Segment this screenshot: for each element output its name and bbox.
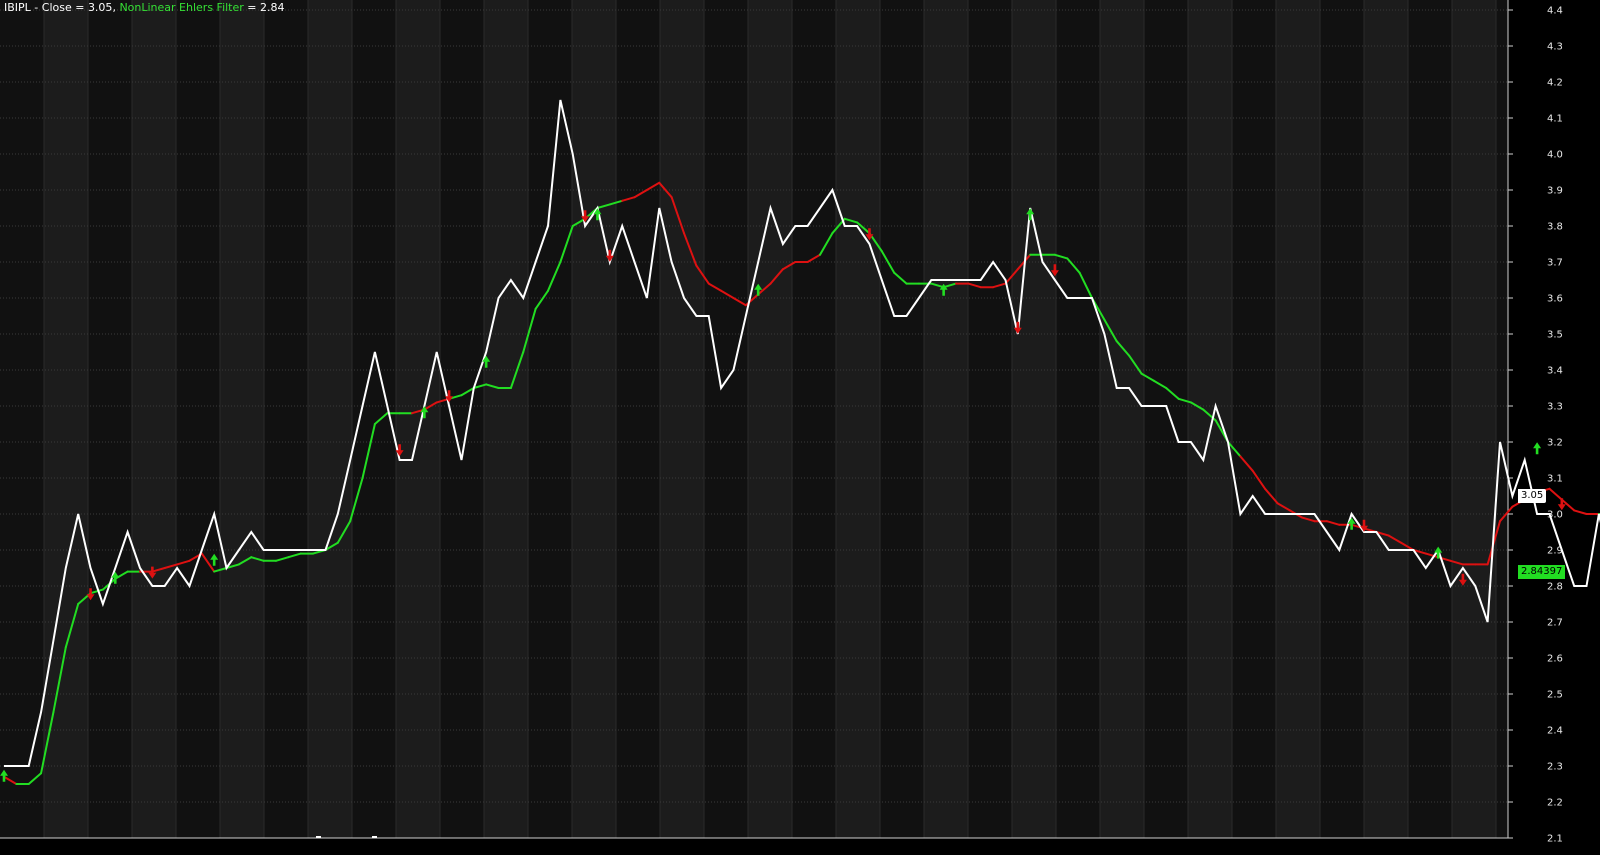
- chart-header: IBIPL - Close = 3.05, NonLinear Ehlers F…: [4, 1, 285, 14]
- filter-line-segment: [1573, 509, 1588, 515]
- y-tick-label: 2.2: [1547, 798, 1563, 809]
- y-tick-label: 3.3: [1547, 402, 1563, 413]
- background-band: [792, 0, 836, 838]
- background-band: [44, 0, 88, 838]
- y-tick-label: 2.7: [1547, 618, 1563, 629]
- filter-line-segment: [1548, 487, 1563, 501]
- y-tick-label: 3.7: [1547, 258, 1563, 269]
- background-band: [924, 0, 968, 838]
- background-band: [264, 0, 308, 838]
- background-band: [1452, 0, 1496, 838]
- background-band: [704, 0, 748, 838]
- background-band: [1188, 0, 1232, 838]
- y-tick-label: 2.5: [1547, 690, 1563, 701]
- last-filter-tag: 2.84397: [1518, 564, 1566, 579]
- y-tick-label: 3.6: [1547, 294, 1563, 305]
- y-tick-label: 3.8: [1547, 222, 1563, 233]
- y-tick-label: 4.2: [1547, 78, 1563, 89]
- background-band: [88, 0, 132, 838]
- x-axis-marker: [316, 836, 321, 838]
- close-label: - Close =: [30, 1, 88, 14]
- symbol-label: IBIPL: [4, 1, 31, 14]
- background-band: [748, 0, 792, 838]
- background-band: [572, 0, 616, 838]
- background-band: [1364, 0, 1408, 838]
- background-band: [1056, 0, 1100, 838]
- background-band: [880, 0, 924, 838]
- background-band: [220, 0, 264, 838]
- background-band: [308, 0, 352, 838]
- chart-root[interactable]: 2.1 2.2 2.3 2.4 2.5 2.6 2.7 2.8 2.9 3.0 3.1 3.2 3.3 3…: [0, 0, 1600, 855]
- background-band: [1408, 0, 1452, 838]
- background-band: [968, 0, 1012, 838]
- x-axis-marker: [372, 836, 377, 838]
- y-tick-label: 4.0: [1547, 150, 1563, 161]
- background-band: [0, 0, 44, 838]
- buy-arrow-icon: [1533, 442, 1542, 455]
- background-band: [440, 0, 484, 838]
- y-tick-label: 2.6: [1547, 654, 1563, 665]
- y-tick-label: 3.1: [1547, 474, 1563, 485]
- background-band: [176, 0, 220, 838]
- filter-value: 2.84: [260, 1, 285, 14]
- y-tick-label: 4.4: [1547, 6, 1563, 17]
- background-band: [1496, 0, 1508, 838]
- background-band: [1232, 0, 1276, 838]
- y-tick-label: 3.2: [1547, 438, 1563, 449]
- y-tick-label: 3.9: [1547, 186, 1563, 197]
- y-tick-label: 3.5: [1547, 330, 1563, 341]
- background-band: [660, 0, 704, 838]
- y-tick-label: 2.4: [1547, 726, 1563, 737]
- filter-label: NonLinear Ehlers Filter: [119, 1, 244, 14]
- sell-arrow-icon: [1557, 498, 1566, 511]
- background-band: [1144, 0, 1188, 838]
- y-tick-label: 4.3: [1547, 42, 1563, 53]
- filter-eq: =: [243, 1, 261, 14]
- background-band: [1012, 0, 1056, 838]
- price-chart[interactable]: 2.12.22.32.42.52.62.72.82.93.03.13.23.33…: [0, 0, 1600, 855]
- background-band: [396, 0, 440, 838]
- background-band: [1320, 0, 1364, 838]
- y-tick-label: 2.1: [1547, 834, 1563, 845]
- y-tick-label: 2.8: [1547, 582, 1563, 593]
- close-value: 3.05: [87, 1, 113, 14]
- background-band: [484, 0, 528, 838]
- background-band: [1100, 0, 1144, 838]
- y-tick-label: 2.3: [1547, 762, 1563, 773]
- y-tick-label: 4.1: [1547, 114, 1563, 125]
- background-band: [132, 0, 176, 838]
- background-band: [1276, 0, 1320, 838]
- y-tick-label: 3.4: [1547, 366, 1563, 377]
- background-band: [836, 0, 880, 838]
- background-band: [616, 0, 660, 838]
- last-close-tag: 3.05: [1518, 489, 1547, 503]
